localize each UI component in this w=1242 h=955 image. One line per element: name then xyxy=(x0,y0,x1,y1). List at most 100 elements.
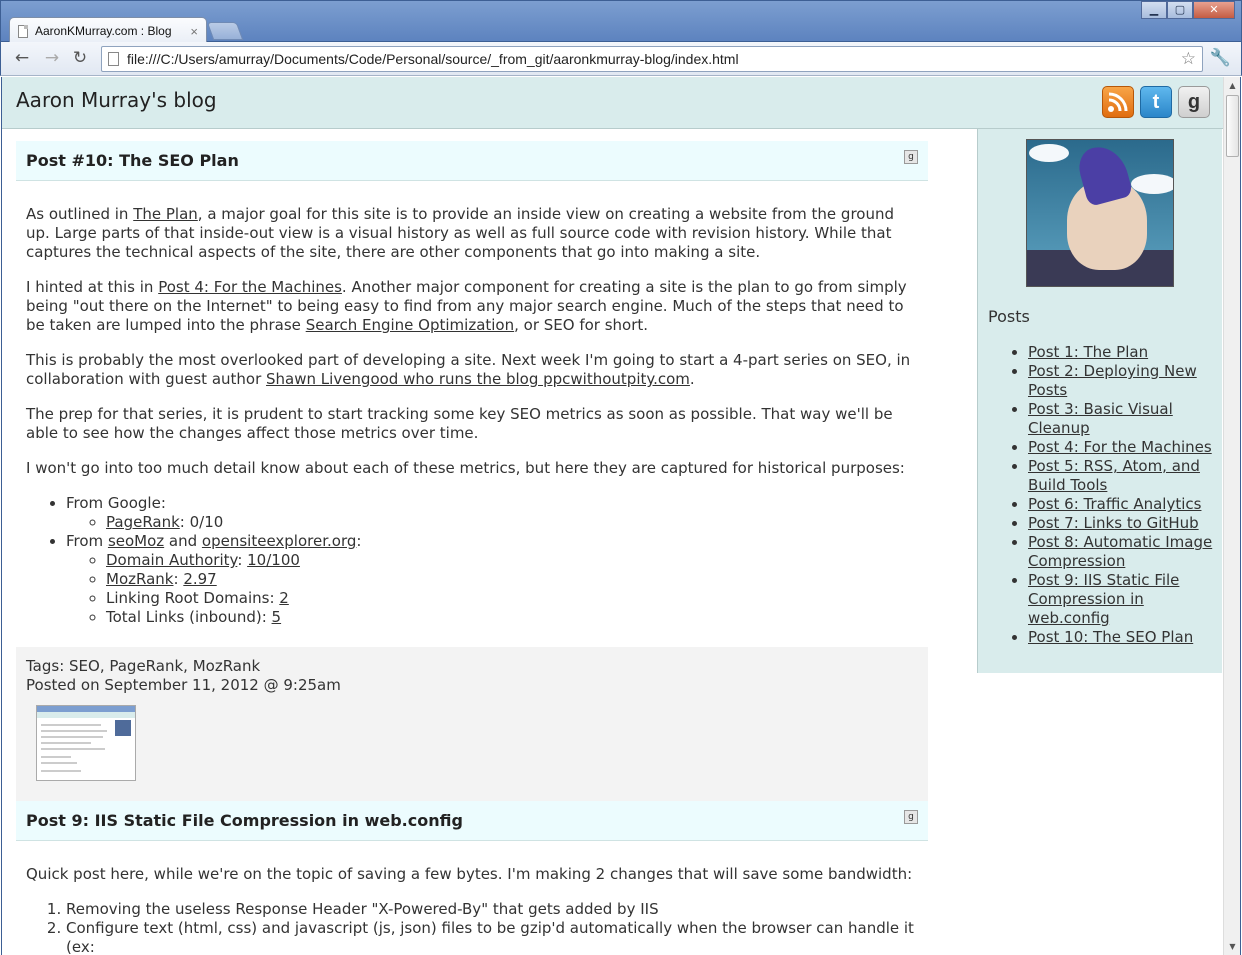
sidebar-item-post-7[interactable]: Post 7: Links to GitHub xyxy=(1028,514,1199,532)
browser-tab[interactable]: AaronKMurray.com : Blog × xyxy=(9,17,207,44)
post-body: As outlined in The Plan, a major goal fo… xyxy=(16,181,928,647)
back-arrow-icon[interactable]: ← xyxy=(11,47,33,69)
list-item: Configure text (html, css) and javascrip… xyxy=(66,919,918,955)
linking-root-domains-link[interactable]: 2 xyxy=(279,589,289,607)
sidebar-item-post-1[interactable]: Post 1: The Plan xyxy=(1028,343,1148,361)
changes-list: Removing the useless Response Header "X-… xyxy=(66,900,918,955)
thumb-line xyxy=(41,762,77,764)
sidebar-item-post-8[interactable]: Post 8: Automatic Image Compression xyxy=(1028,533,1212,570)
github-link-icon[interactable]: g xyxy=(904,150,918,164)
list-item: Post 2: Deploying New Posts xyxy=(1028,362,1214,400)
site-header: Aaron Murray's blog t g xyxy=(2,77,1223,129)
github-link-icon[interactable]: g xyxy=(904,810,918,824)
pagerank-link[interactable]: PageRank xyxy=(106,513,180,531)
thumb-line xyxy=(41,730,107,732)
list-item: Post 3: Basic Visual Cleanup xyxy=(1028,400,1214,438)
sidebar-item-post-9[interactable]: Post 9: IIS Static File Compression in w… xyxy=(1028,571,1179,627)
post-tags: Tags: SEO, PageRank, MozRank xyxy=(26,657,261,675)
post-body: Quick post here, while we're on the topi… xyxy=(16,841,928,955)
seo-link[interactable]: Search Engine Optimization xyxy=(306,316,514,334)
tab-title: AaronKMurray.com : Blog xyxy=(35,24,172,38)
sidebar-item-post-5[interactable]: Post 5: RSS, Atom, and Build Tools xyxy=(1028,457,1200,494)
sidebar: Posts Post 1: The Plan Post 2: Deploying… xyxy=(977,129,1222,673)
minimize-icon[interactable]: ▁ xyxy=(1141,1,1167,19)
posts-heading: Posts xyxy=(988,307,1030,326)
reload-icon[interactable]: ↻ xyxy=(69,47,91,69)
sidebar-item-post-10[interactable]: Post 10: The SEO Plan xyxy=(1028,628,1193,646)
list-item: Post 5: RSS, Atom, and Build Tools xyxy=(1028,457,1214,495)
post-header: Post 9: IIS Static File Compression in w… xyxy=(16,801,928,841)
screenshot-thumbnail[interactable] xyxy=(36,705,136,781)
close-window-icon[interactable]: ✕ xyxy=(1193,1,1235,19)
post-title[interactable]: Post #10: The SEO Plan xyxy=(26,151,239,170)
list-item: Removing the useless Response Header "X-… xyxy=(66,900,918,919)
sub-list: Domain Authority: 10/100 MozRank: 2.97 L… xyxy=(106,551,918,627)
sidebar-item-post-6[interactable]: Post 6: Traffic Analytics xyxy=(1028,495,1201,513)
scroll-up-icon[interactable]: ▲ xyxy=(1224,77,1241,94)
avatar[interactable] xyxy=(1026,139,1174,287)
list-item: Post 10: The SEO Plan xyxy=(1028,628,1214,647)
scrollbar-thumb[interactable] xyxy=(1226,95,1239,157)
opensiteexplorer-link[interactable]: opensiteexplorer.org xyxy=(202,532,356,550)
the-plan-link[interactable]: The Plan xyxy=(133,205,198,223)
text: : xyxy=(356,532,362,550)
github-icon[interactable]: g xyxy=(1178,86,1210,118)
thumb-line xyxy=(41,748,105,750)
new-tab-button[interactable] xyxy=(206,22,244,40)
text: and xyxy=(164,532,202,550)
star-icon[interactable]: ☆ xyxy=(1181,49,1196,69)
text: . xyxy=(689,370,695,388)
list-item: Domain Authority: 10/100 xyxy=(106,551,918,570)
sidebar-item-post-4[interactable]: Post 4: For the Machines xyxy=(1028,438,1212,456)
posts-list: Post 1: The Plan Post 2: Deploying New P… xyxy=(1028,343,1214,647)
text: From xyxy=(66,532,108,550)
post-paragraph: I won't go into too much detail know abo… xyxy=(26,459,905,477)
window-controls: ▁ ▢ ✕ xyxy=(1141,1,1235,19)
domain-authority-link[interactable]: Domain Authority xyxy=(106,551,237,569)
scroll-down-icon[interactable]: ▼ xyxy=(1224,938,1241,955)
sidebar-item-post-3[interactable]: Post 3: Basic Visual Cleanup xyxy=(1028,400,1173,437)
list-item: From Google: PageRank: 0/10 xyxy=(66,494,918,532)
thumb-line xyxy=(41,724,101,726)
maximize-icon[interactable]: ▢ xyxy=(1167,1,1193,19)
browser-toolbar: ← → ↻ file:///C:/Users/amurray/Documents… xyxy=(0,42,1242,76)
url-text[interactable]: file:///C:/Users/amurray/Documents/Code/… xyxy=(127,51,1173,67)
forward-arrow-icon[interactable]: → xyxy=(41,47,63,69)
tab-close-icon[interactable]: × xyxy=(190,24,198,39)
sidebar-item-post-2[interactable]: Post 2: Deploying New Posts xyxy=(1028,362,1197,399)
twitter-icon[interactable]: t xyxy=(1140,86,1172,118)
domain-authority-value-link[interactable]: 10/100 xyxy=(247,551,300,569)
total-links-link[interactable]: 5 xyxy=(272,608,282,626)
post-paragraph: As outlined in The Plan, a major goal fo… xyxy=(26,205,918,262)
address-bar[interactable]: file:///C:/Users/amurray/Documents/Code/… xyxy=(101,46,1203,72)
avatar-cloud xyxy=(1029,144,1069,162)
mozrank-link[interactable]: MozRank xyxy=(106,570,173,588)
list-item: Post 9: IIS Static File Compression in w… xyxy=(1028,571,1214,628)
shawn-livengood-link[interactable]: Shawn Livengood who runs the blog ppcwit… xyxy=(266,370,690,388)
text: Total Links (inbound): xyxy=(106,608,272,626)
rss-glyph xyxy=(1108,92,1128,112)
text: , or SEO for short. xyxy=(514,316,649,334)
wrench-icon[interactable]: 🔧 xyxy=(1210,48,1231,68)
page-icon xyxy=(108,52,119,66)
thumb-line xyxy=(41,742,91,744)
rss-icon[interactable] xyxy=(1102,86,1134,118)
list-item: From seoMoz and opensiteexplorer.org: Do… xyxy=(66,532,918,627)
post-4-link[interactable]: Post 4: For the Machines xyxy=(158,278,342,296)
seomoz-link[interactable]: seoMoz xyxy=(108,532,164,550)
site-title[interactable]: Aaron Murray's blog xyxy=(16,88,217,112)
page-viewport: Aaron Murray's blog t g Post #10: The SE… xyxy=(1,77,1223,955)
sub-list: PageRank: 0/10 xyxy=(106,513,918,532)
list-item: Total Links (inbound): 5 xyxy=(106,608,918,627)
vertical-scrollbar[interactable]: ▲ ▼ xyxy=(1223,77,1241,955)
text: From Google: xyxy=(66,494,166,512)
post-title[interactable]: Post 9: IIS Static File Compression in w… xyxy=(26,811,463,830)
list-item: Linking Root Domains: 2 xyxy=(106,589,918,608)
list-item: Post 1: The Plan xyxy=(1028,343,1214,362)
list-item: Post 6: Traffic Analytics xyxy=(1028,495,1214,514)
page-icon xyxy=(18,24,28,38)
thumb-avatar xyxy=(115,720,131,736)
thumb-line xyxy=(41,756,71,758)
mozrank-value-link[interactable]: 2.97 xyxy=(183,570,216,588)
post-paragraph: Quick post here, while we're on the topi… xyxy=(26,865,913,883)
